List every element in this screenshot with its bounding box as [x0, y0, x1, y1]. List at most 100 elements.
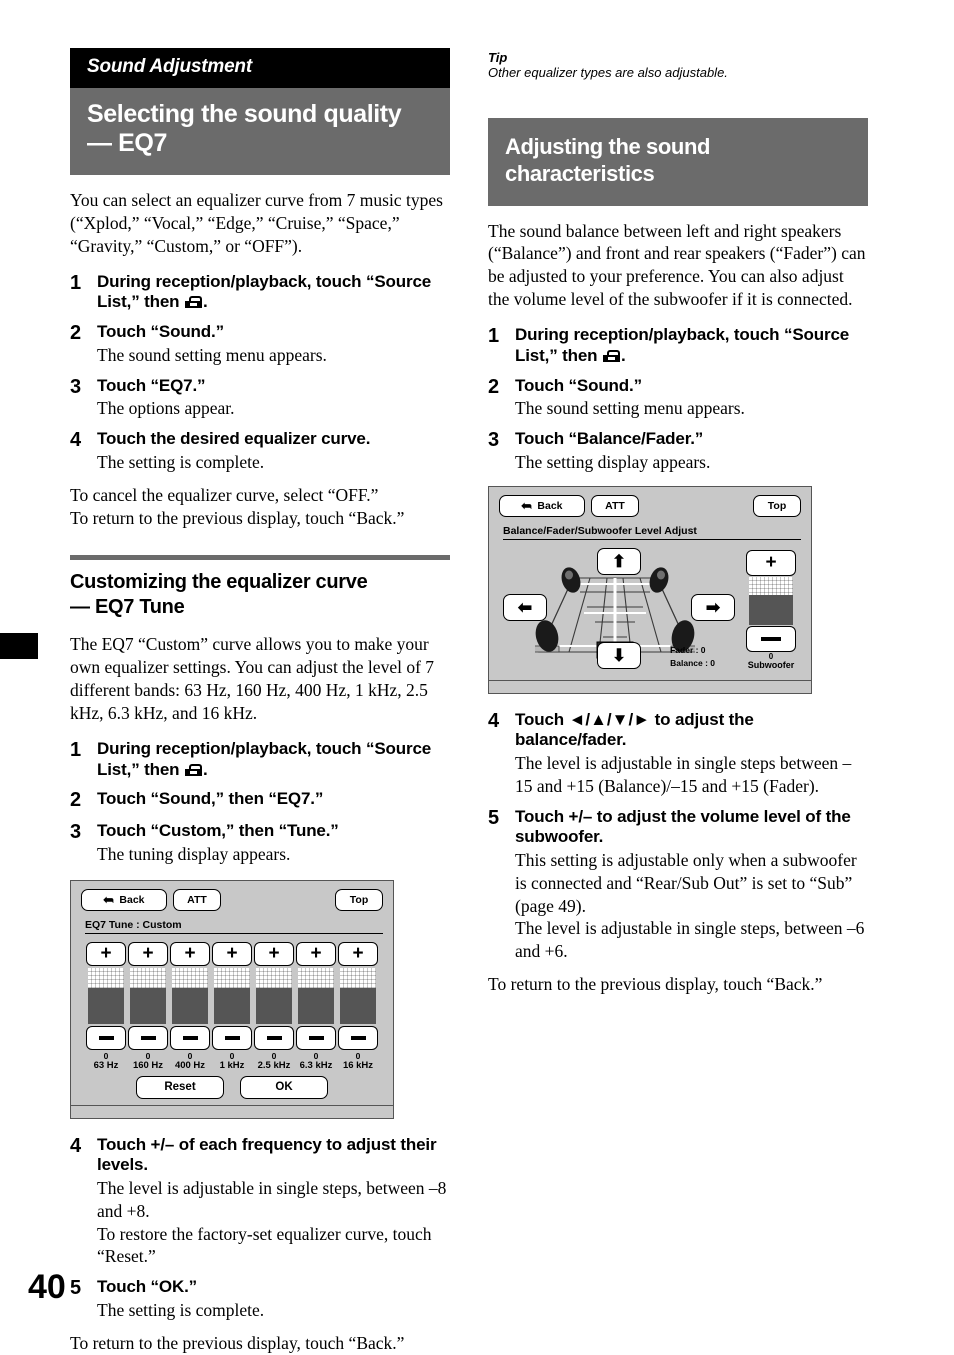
- minus-icon: [140, 1036, 156, 1040]
- step-item: 2 Touch “Sound.” The sound setting menu …: [488, 376, 868, 420]
- intro-paragraph: You can select an equalizer curve from 7…: [70, 189, 443, 256]
- display-bezel: [489, 679, 811, 693]
- plus-icon: +: [100, 943, 112, 965]
- step-title: Touch “Sound.”: [515, 375, 642, 395]
- direction-arrows-icons: ◄/▲/▼/►: [568, 709, 651, 729]
- step-title: Touch +/– to adjust the volume level of …: [515, 806, 851, 847]
- band-frequency: 1 kHz: [219, 1060, 245, 1072]
- subwoofer-level-bar[interactable]: [749, 576, 793, 625]
- band-minus-button[interactable]: [254, 1025, 294, 1050]
- ok-button[interactable]: OK: [240, 1075, 328, 1099]
- eq-band: + 0 16 kHz: [338, 941, 378, 1072]
- band-level-bar[interactable]: [88, 967, 124, 1024]
- arrow-left-icon: ⬅: [517, 597, 533, 617]
- subwoofer-plus-button[interactable]: +: [746, 549, 796, 576]
- step-description: The tuning display appears.: [97, 844, 291, 865]
- minus-icon: [350, 1036, 366, 1040]
- eq-band: + 0 160 Hz: [128, 941, 168, 1072]
- balance-fader-steps-continued: 4 Touch ◄/▲/▼/► to adjust the balance/fa…: [488, 710, 868, 963]
- step-number: 1: [488, 325, 500, 348]
- toolbox-icon: [184, 296, 202, 309]
- band-minus-button[interactable]: [170, 1025, 210, 1050]
- subsection-intro: The EQ7 “Custom” curve allows you to mak…: [70, 634, 435, 723]
- reset-button[interactable]: Reset: [136, 1075, 224, 1099]
- step-description: The sound setting menu appears.: [515, 398, 745, 419]
- step-title: During reception/playback, touch “Source…: [97, 739, 450, 780]
- minus-icon: [308, 1036, 324, 1040]
- minus-icon: [761, 636, 781, 641]
- fader-front-button[interactable]: ⬆: [597, 547, 641, 575]
- band-plus-button[interactable]: +: [86, 941, 126, 966]
- att-button[interactable]: ATT: [591, 494, 639, 517]
- band-plus-button[interactable]: +: [254, 941, 294, 966]
- fader-rear-button[interactable]: ⬇: [597, 641, 641, 669]
- step-number: 3: [70, 375, 82, 398]
- band-level-bar[interactable]: [214, 967, 250, 1024]
- att-button[interactable]: ATT: [173, 888, 221, 911]
- back-arrow-icon: ➦: [103, 892, 115, 908]
- band-plus-button[interactable]: +: [212, 941, 252, 966]
- band-plus-button[interactable]: +: [128, 941, 168, 966]
- eq-band: + 0 2.5 kHz: [254, 941, 294, 1072]
- back-button[interactable]: ➦ Back: [499, 494, 585, 517]
- top-button[interactable]: Top: [335, 888, 383, 911]
- band-plus-button[interactable]: +: [170, 941, 210, 966]
- subwoofer-minus-button[interactable]: [746, 625, 796, 652]
- balance-fader-steps: 1 During reception/playback, touch “Sour…: [488, 325, 868, 473]
- step-description: The sound setting menu appears.: [97, 344, 327, 365]
- band-level-bar[interactable]: [340, 967, 376, 1024]
- plus-icon: +: [268, 943, 280, 965]
- step-number: 4: [488, 709, 500, 732]
- minus-icon: [98, 1036, 114, 1040]
- step-number: 3: [70, 821, 82, 844]
- outro-paragraph: To return to the previous display, touch…: [488, 973, 823, 994]
- band-plus-button[interactable]: +: [338, 941, 378, 966]
- manual-page: Sound Adjustment Selecting the sound qua…: [0, 0, 954, 1353]
- plus-icon: +: [310, 943, 322, 965]
- band-level-bar[interactable]: [298, 967, 334, 1024]
- step-title-tail: .: [620, 345, 626, 365]
- band-minus-button[interactable]: [128, 1025, 168, 1050]
- band-minus-button[interactable]: [296, 1025, 336, 1050]
- balance-left-button[interactable]: ⬅: [503, 593, 547, 621]
- band-level-bar[interactable]: [256, 967, 292, 1024]
- step-title-tail: .: [202, 759, 208, 779]
- step-description: The level is adjustable in single steps …: [515, 753, 852, 796]
- fader-value: Fader : 0: [670, 645, 706, 656]
- band-minus-button[interactable]: [212, 1025, 252, 1050]
- band-level-bar[interactable]: [172, 967, 208, 1024]
- section-heading-line1: Selecting the sound quality: [87, 99, 402, 128]
- step-description: This setting is adjustable only when a s…: [515, 850, 865, 962]
- step-title: Touch “Sound.”: [97, 322, 224, 342]
- step-item: 4 Touch ◄/▲/▼/► to adjust the balance/fa…: [488, 710, 868, 798]
- band-plus-button[interactable]: +: [296, 941, 336, 966]
- display-action-row: Reset OK: [71, 1075, 393, 1099]
- eq-band: + 0 1 kHz: [212, 941, 252, 1072]
- plus-icon: +: [142, 943, 154, 965]
- step-item: 1 During reception/playback, touch “Sour…: [70, 272, 450, 313]
- back-button[interactable]: ➦ Back: [81, 888, 167, 911]
- plus-icon: +: [765, 552, 777, 574]
- eq7-tune-display: ➦ Back ATT Top EQ7 Tune : Custom + 0 63 …: [70, 879, 394, 1119]
- display-title: EQ7 Tune : Custom: [85, 918, 182, 931]
- step-number: 4: [70, 1134, 82, 1157]
- outro-line-1: To cancel the equalizer curve, select “O…: [70, 484, 379, 505]
- display-title-rule: [503, 538, 801, 540]
- step-item: 5 Touch “OK.” The setting is complete.: [70, 1277, 450, 1321]
- band-level-bar[interactable]: [130, 967, 166, 1024]
- step-number: 3: [488, 429, 500, 452]
- minus-icon: [182, 1036, 198, 1040]
- section-heading: Adjusting the sound characteristics: [488, 117, 868, 206]
- plus-icon: +: [226, 943, 238, 965]
- balance-right-button[interactable]: ➡: [691, 593, 735, 621]
- right-column: Tip Other equalizer types are also adjus…: [488, 48, 868, 996]
- minus-icon: [266, 1036, 282, 1040]
- step-description: The level is adjustable in single steps,…: [97, 1178, 447, 1267]
- band-minus-button[interactable]: [86, 1025, 126, 1050]
- band-minus-button[interactable]: [338, 1025, 378, 1050]
- step-title: Touch “OK.”: [97, 1277, 198, 1297]
- step-number: 2: [70, 789, 82, 812]
- step-title: Touch “Sound,” then “EQ7.”: [97, 789, 324, 809]
- top-button[interactable]: Top: [753, 494, 801, 517]
- step-description: The setting is complete.: [97, 451, 265, 472]
